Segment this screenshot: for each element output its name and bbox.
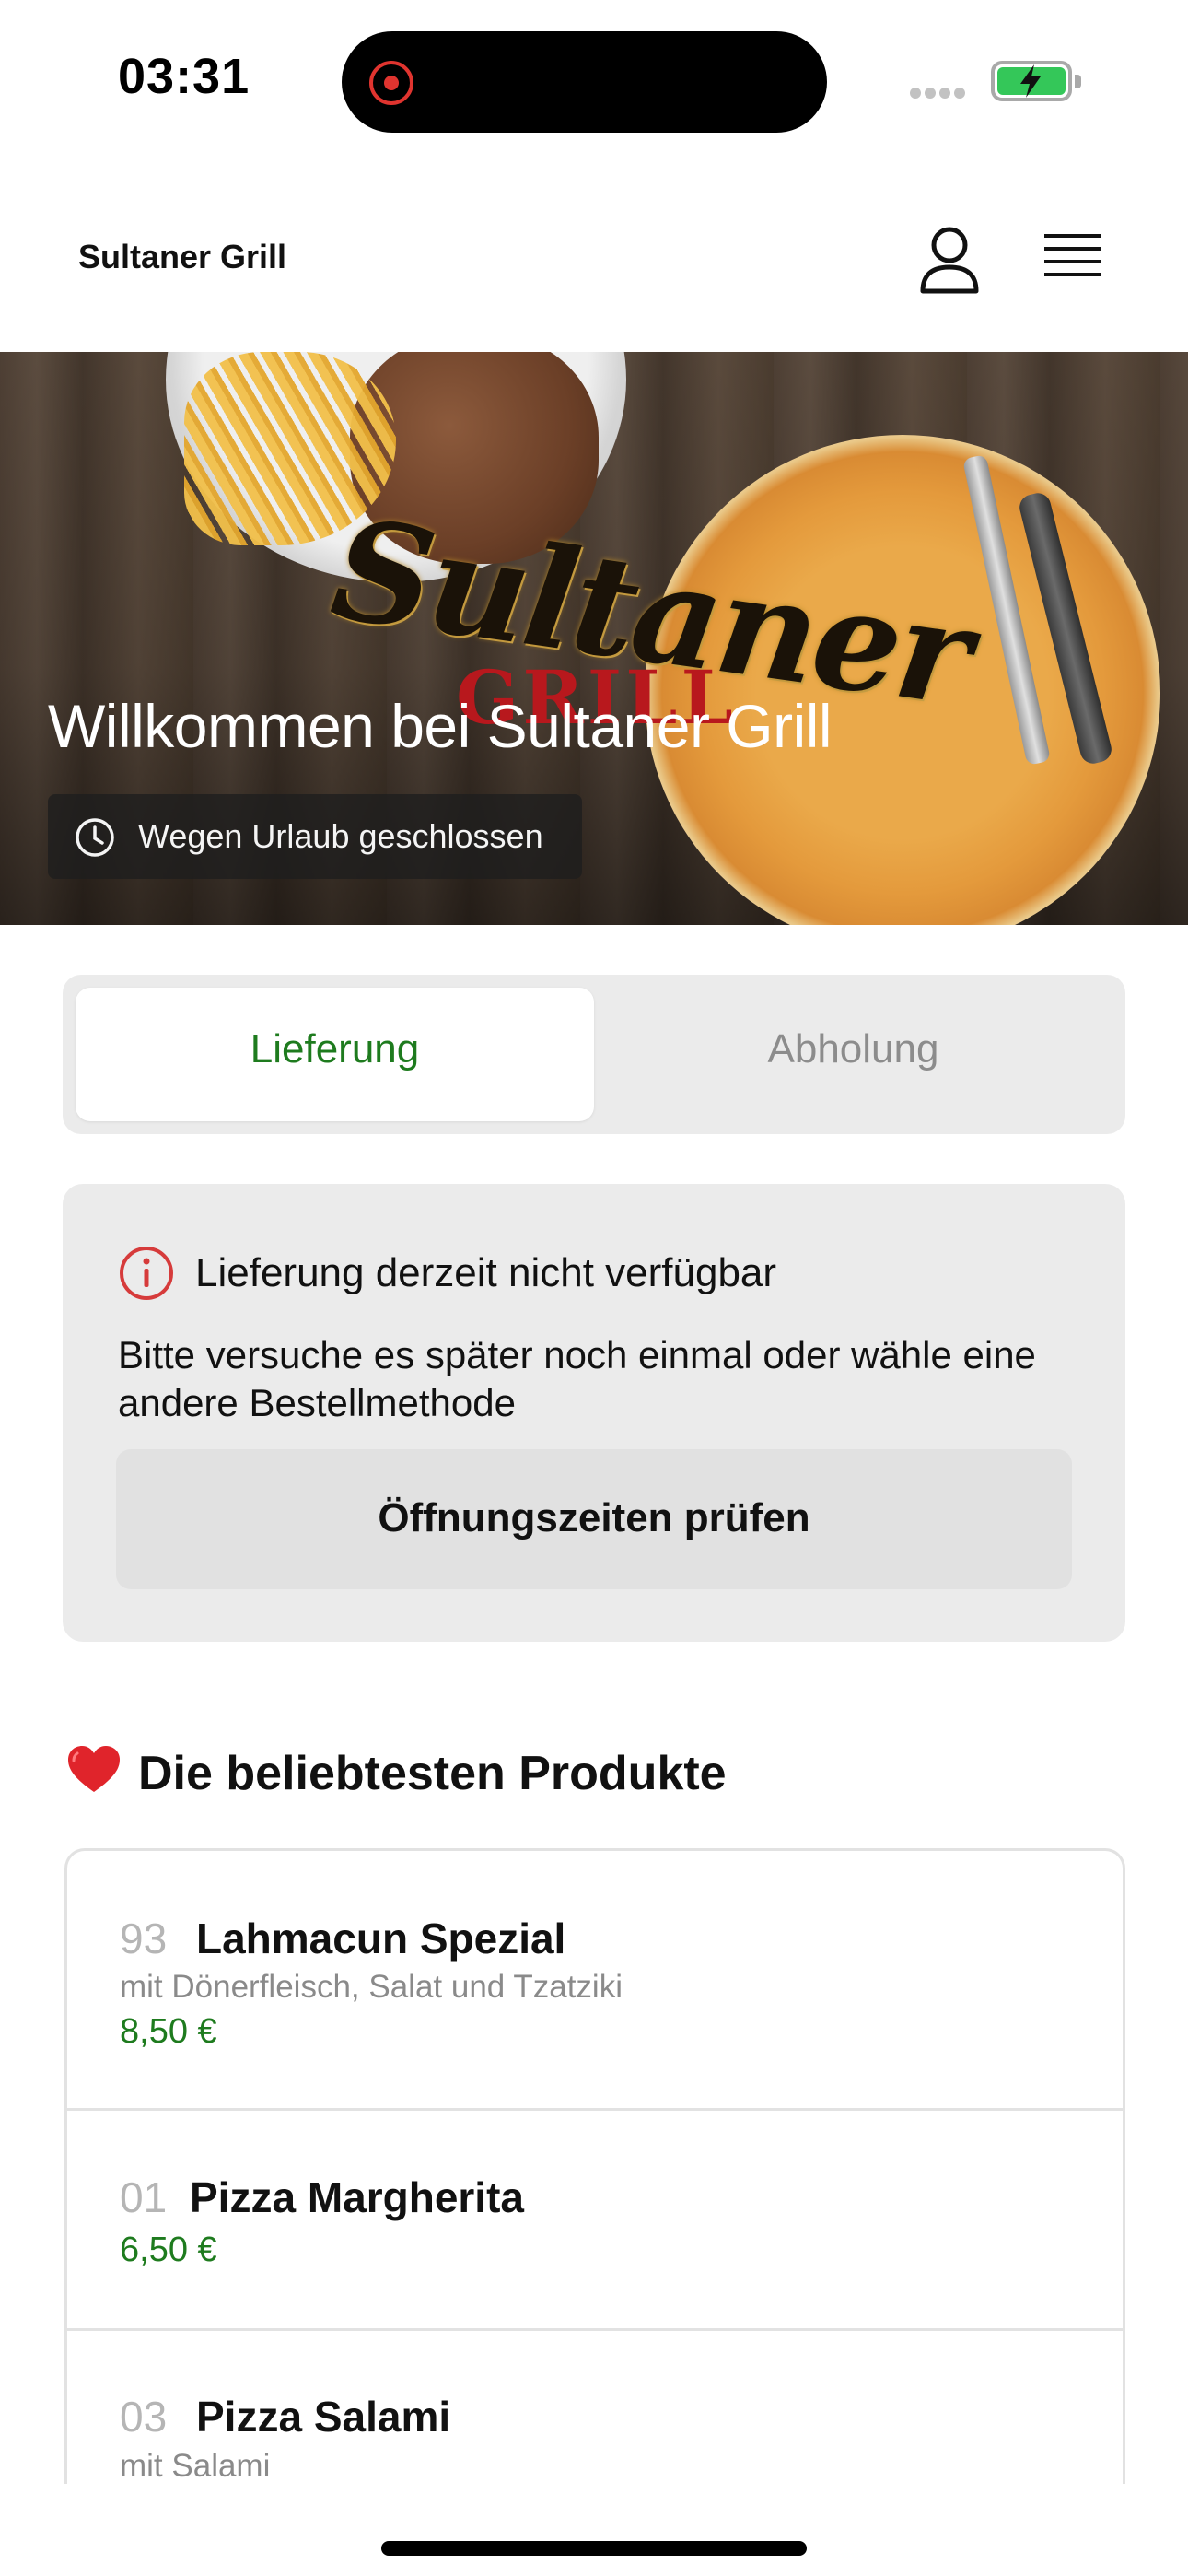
check-opening-hours-button[interactable]: Öffnungszeiten prüfen [116,1449,1072,1589]
product-price: 8,50 € [120,2012,217,2051]
hamburger-menu-icon [1044,234,1101,276]
product-number: 93 [120,1914,168,1962]
charging-bolt-icon [1020,64,1041,98]
product-number: 03 [120,2393,168,2441]
notice-body: Bitte versuche es später noch einmal ode… [118,1333,1036,1424]
welcome-title: Willkommen bei Sultaner Grill [48,692,833,760]
product-name: Pizza Salami [196,2393,451,2441]
check-opening-hours-label: Öffnungszeiten prüfen [378,1495,810,1540]
product-description: mit Dönerfleisch, Salat und Tzatziki [120,1969,623,2005]
status-time: 03:31 [118,49,250,104]
home-indicator[interactable] [381,2541,807,2556]
tab-lieferung[interactable]: Lieferung [76,988,594,1121]
account-button[interactable] [917,225,982,295]
product-row[interactable]: 01 Pizza Margherita 6,50 € [67,2111,1123,2331]
popular-products-title: Die beliebtesten Produkte [138,1747,727,1800]
tab-abholung[interactable]: Abholung [594,988,1112,1121]
menu-button[interactable] [1041,228,1105,287]
order-mode-selector: Lieferung Abholung [63,975,1125,1134]
product-description: mit Salami [120,2448,271,2484]
opening-status-badge: Wegen Urlaub geschlossen [48,794,582,879]
recording-indicator-icon [369,61,413,105]
brand-title[interactable]: Sultaner Grill [78,238,286,276]
battery-icon [991,61,1081,101]
user-icon [920,227,979,294]
clock-icon [76,818,114,857]
dynamic-island [342,31,827,133]
tab-lieferung-label: Lieferung [250,1026,420,1071]
heart-icon [68,1746,120,1792]
popular-products-list: 93 Lahmacun Spezial mit Dönerfleisch, Sa… [64,1848,1125,2484]
app-screen: 03:31 Sultaner Grill Sultaner GRILL Will… [0,0,1188,2576]
product-price: 6,50 € [120,2231,217,2269]
status-bar: 03:31 [0,0,1188,157]
hero-banner: Sultaner GRILL Willkommen bei Sultaner G… [0,352,1188,925]
product-name: Lahmacun Spezial [196,1914,566,1962]
product-name: Pizza Margherita [190,2173,524,2221]
delivery-unavailable-notice: Lieferung derzeit nicht verfügbar Bitte … [63,1184,1125,1642]
tab-abholung-label: Abholung [767,1026,939,1071]
product-row[interactable]: 03 Pizza Salami mit Salami [67,2331,1123,2484]
product-number: 01 [120,2173,168,2221]
notice-title: Lieferung derzeit nicht verfügbar [195,1250,777,1295]
opening-status-text: Wegen Urlaub geschlossen [138,817,543,855]
product-row[interactable]: 93 Lahmacun Spezial mit Dönerfleisch, Sa… [67,1851,1123,2111]
signal-icon [910,87,973,100]
app-header: Sultaner Grill [0,157,1188,352]
info-icon [120,1247,173,1300]
